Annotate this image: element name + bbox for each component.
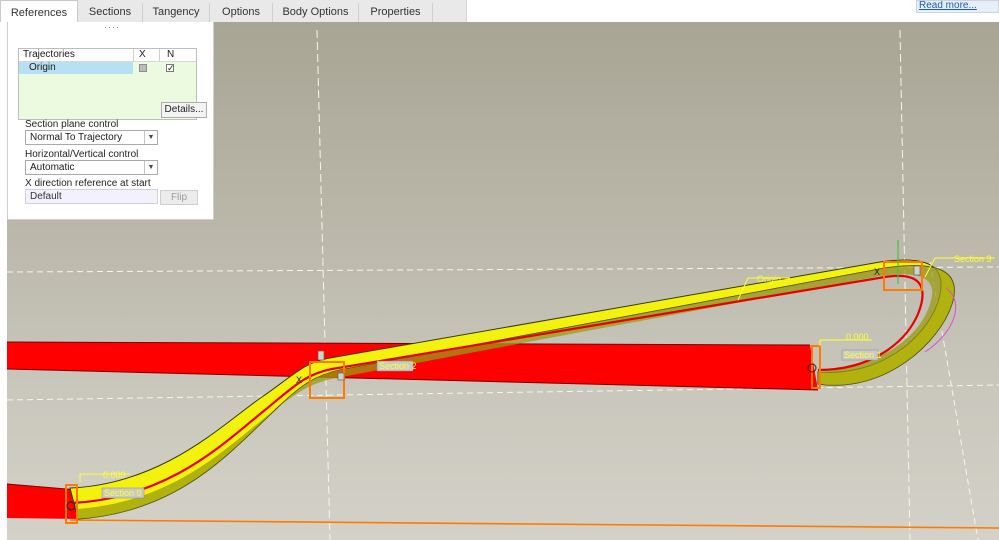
section-1-label: Section 1 (844, 350, 882, 360)
flip-button[interactable]: Flip (160, 190, 198, 205)
x-direction-reference-field[interactable]: Default (25, 189, 158, 204)
horizontal-vertical-control-label: Horizontal/Vertical control (25, 149, 139, 160)
tab-options[interactable]: Options (210, 3, 273, 22)
section-2-label: Section 2 (379, 361, 417, 371)
references-panel: ···· Trajectories X N Origin ✓ Details..… (7, 22, 214, 220)
tab-sections[interactable]: Sections (78, 3, 143, 22)
panel-grip[interactable]: ···· (104, 23, 120, 32)
trajectory-origin-label: Origin (757, 274, 781, 284)
trajectory-name: Origin (19, 62, 133, 74)
section-plane-control-label: Section plane control (25, 119, 119, 130)
section-start-label: Section 0 (104, 488, 142, 498)
x-column-header: X (139, 49, 146, 60)
tab-body-options[interactable]: Body Options (273, 3, 359, 22)
horizontal-vertical-control-value: Automatic (30, 162, 75, 173)
handle-marker-3 (913, 265, 921, 276)
trajectories-column-header: Trajectories (23, 49, 75, 60)
orange-sketch-line (69, 519, 999, 529)
x-direction-marker-2: X (874, 267, 880, 277)
details-button[interactable]: Details... (161, 102, 207, 118)
datum-plane-horizontal-2 (6, 384, 999, 401)
app-window: References Sections Tangency Options Bod… (0, 0, 999, 540)
n-column-header: N (167, 49, 175, 60)
handle-marker-1 (317, 350, 325, 361)
dimension-label-1: 0.000 (103, 470, 126, 480)
n-checkbox[interactable]: ✓ (166, 64, 175, 73)
dimension-label-2: 0.000 (846, 332, 869, 342)
section-plane-control-value: Normal To Trajectory (30, 132, 123, 143)
x-checkbox[interactable] (139, 64, 147, 72)
tab-tangency[interactable]: Tangency (143, 3, 210, 22)
chevron-down-icon[interactable]: ▼ (144, 161, 157, 174)
section-plane-control-select[interactable]: Normal To Trajectory ▼ (25, 130, 158, 145)
tab-references[interactable]: References (0, 0, 78, 22)
tab-properties[interactable]: Properties (359, 3, 433, 22)
x-direction-marker-1: X (296, 375, 302, 385)
read-more-link[interactable]: Read more... (916, 0, 999, 13)
handle-marker-2 (337, 372, 345, 381)
datum-plane-vertical-1 (316, 29, 331, 540)
left-margin (0, 22, 7, 540)
horizontal-vertical-control-select[interactable]: Automatic ▼ (25, 160, 158, 175)
table-row[interactable]: Origin ✓ (19, 62, 196, 74)
sweep-body (69, 259, 955, 520)
dashboard-tab-strip: References Sections Tangency Options Bod… (0, 0, 466, 23)
chevron-down-icon[interactable]: ▼ (144, 131, 157, 144)
trajectories-header: Trajectories X N (19, 49, 196, 62)
section-3-label: Section 3 (954, 254, 992, 264)
x-direction-reference-label: X direction reference at start (25, 178, 151, 189)
datum-plane-vertical-2 (899, 29, 911, 540)
sweep-shade (78, 265, 955, 519)
